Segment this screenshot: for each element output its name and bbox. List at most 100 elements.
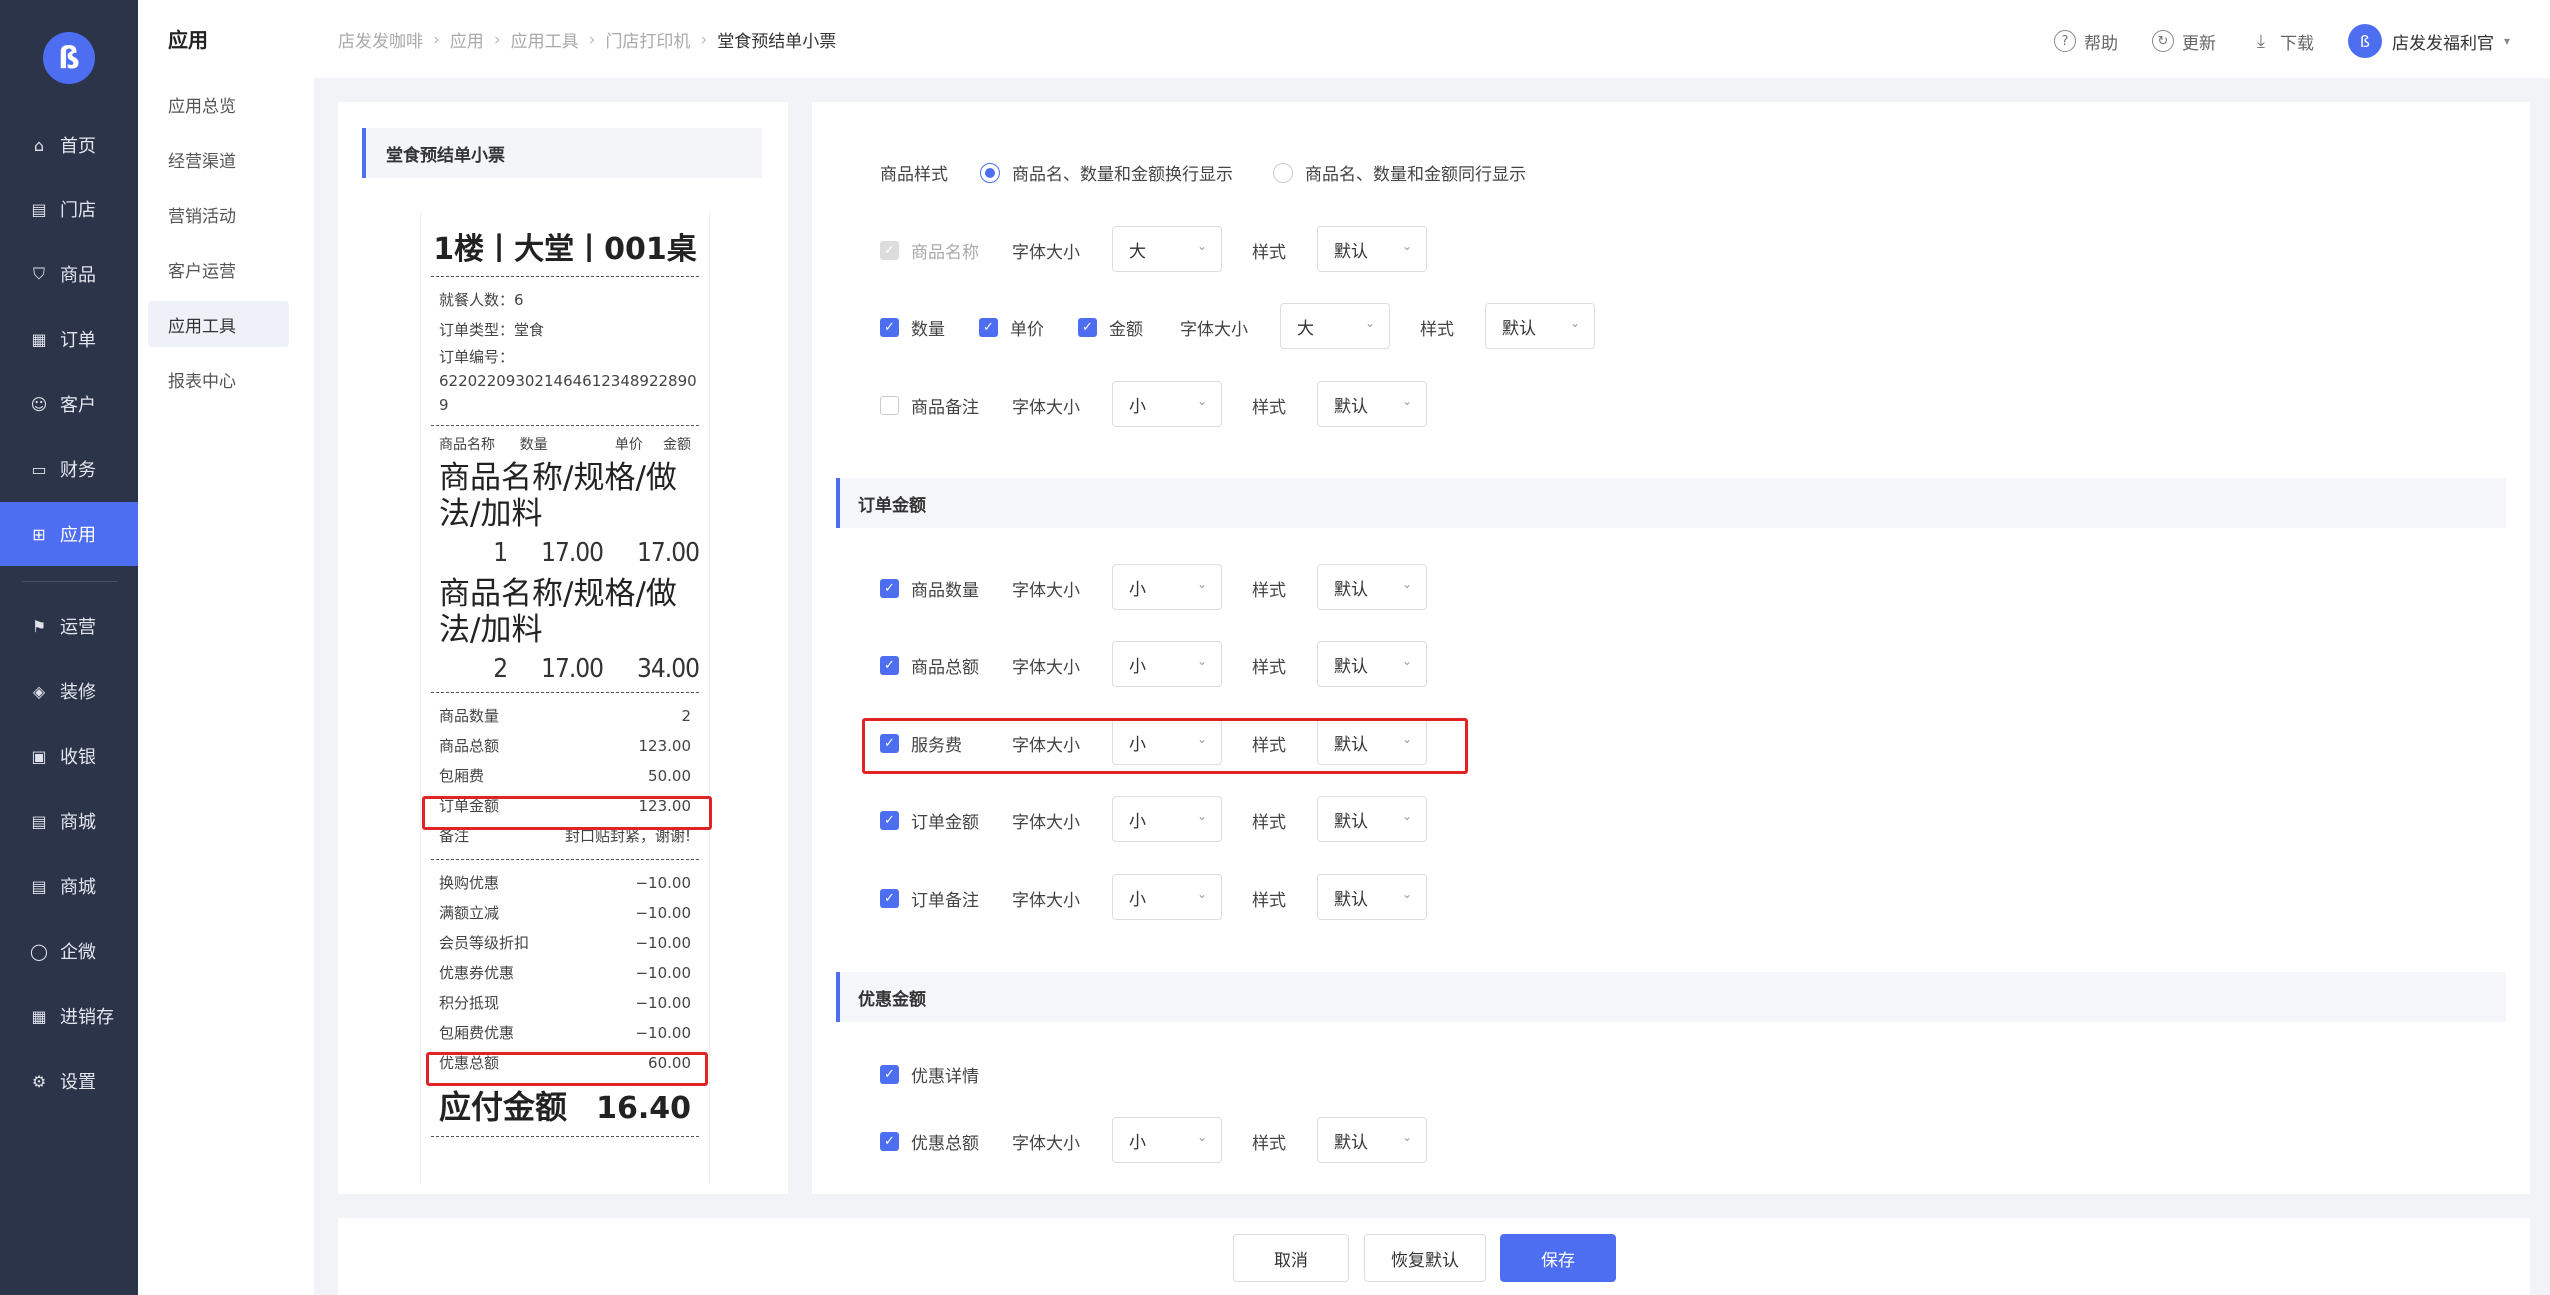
chevron-down-icon: ⌄ xyxy=(1196,654,1207,668)
nav-item-store[interactable]: ▤ 门店 xyxy=(0,177,138,241)
discount-detail-checkbox[interactable]: ✓ xyxy=(880,1065,899,1084)
nav-item-finance[interactable]: ▭ 财务 xyxy=(0,437,138,501)
qty-font-select[interactable]: 大 ⌄ xyxy=(1280,303,1390,349)
receipt-summary-row: 商品总额 123.00 xyxy=(439,737,691,755)
breadcrumb-item[interactable]: 门店打印机 xyxy=(605,27,690,52)
order-remark-font-select[interactable]: 小 ⌄ xyxy=(1112,874,1222,920)
top-bar: 店发发咖啡 › 应用 › 应用工具 › 门店打印机 › 堂食预结单小票 ? 帮助 ↻ 更新 … xyxy=(314,0,2550,78)
qty-checkbox[interactable]: ✓ xyxy=(880,318,899,337)
goods-total-font-select[interactable]: 小 ⌄ xyxy=(1112,641,1222,687)
home-icon: ⌂ xyxy=(33,135,45,155)
chevron-down-icon: ⌄ xyxy=(1401,394,1412,408)
goods-name-font-select[interactable]: 大 ⌄ xyxy=(1112,226,1222,272)
shop-icon: ▤ xyxy=(31,811,47,831)
unit-price-checkbox[interactable]: ✓ xyxy=(979,318,998,337)
subnav-item-overview[interactable]: 应用总览 xyxy=(148,81,289,127)
chevron-down-icon: ⌄ xyxy=(1569,316,1580,330)
subnav-item-customer-ops[interactable]: 客户运营 xyxy=(148,246,289,292)
shop-icon: ▤ xyxy=(31,876,47,896)
nav-item-mall-2[interactable]: ▤ 商城 xyxy=(0,854,138,918)
receipt-discount-row: 积分抵现 −10.00 xyxy=(439,994,691,1012)
highlight-box xyxy=(422,796,712,830)
goods-total-style-select[interactable]: 默认 ⌄ xyxy=(1317,641,1427,687)
goods-count-font-select[interactable]: 小 ⌄ xyxy=(1112,564,1222,610)
nav-item-decoration[interactable]: ◈ 装修 xyxy=(0,659,138,723)
nav-item-settings[interactable]: ⚙ 设置 xyxy=(0,1049,138,1113)
cancel-button[interactable]: 取消 xyxy=(1233,1234,1349,1282)
chevron-down-icon: ⌄ xyxy=(1401,654,1412,668)
restore-default-button[interactable]: 恢复默认 xyxy=(1364,1234,1486,1282)
order-remark-checkbox[interactable]: ✓ xyxy=(880,889,899,908)
receipt-discount-row: 换购优惠 −10.00 xyxy=(439,874,691,892)
wallet-icon: ▭ xyxy=(31,459,47,479)
footer-bar: 取消 恢复默认 保存 xyxy=(338,1218,2530,1295)
breadcrumb: 店发发咖啡 › 应用 › 应用工具 › 门店打印机 › 堂食预结单小票 xyxy=(338,27,836,53)
goods-style-radio-inline[interactable] xyxy=(1273,162,1293,183)
subnav-item-reports[interactable]: 报表中心 xyxy=(148,356,289,402)
chevron-down-icon: ▾ xyxy=(2503,34,2510,48)
cashier-icon: ▣ xyxy=(31,746,47,766)
preview-title: 堂食预结单小票 xyxy=(362,128,762,178)
receipt-summary-row: 商品数量 2 xyxy=(439,707,691,725)
nav-item-mall[interactable]: ▤ 商城 xyxy=(0,789,138,853)
nav-item-home[interactable]: ⌂ 首页 xyxy=(0,113,138,177)
nav-item-apps[interactable]: ⊞ 应用 xyxy=(0,502,138,566)
receipt-item-numbers: 1 17.00 17.00 xyxy=(493,538,700,568)
nav-item-orders[interactable]: ▦ 订单 xyxy=(0,307,138,371)
goods-count-checkbox[interactable]: ✓ xyxy=(880,579,899,598)
subnav-item-tools[interactable]: 应用工具 xyxy=(148,301,289,347)
receipt-item-numbers: 2 17.00 34.00 xyxy=(493,654,700,684)
order-amount-style-select[interactable]: 默认 ⌄ xyxy=(1317,796,1427,842)
nav-item-cashier[interactable]: ▣ 收银 xyxy=(0,724,138,788)
discount-total-checkbox[interactable]: ✓ xyxy=(880,1132,899,1151)
inventory-icon: ▦ xyxy=(31,1006,47,1026)
nav-item-operations[interactable]: ⚑ 运营 xyxy=(0,594,138,658)
goods-remark-style-select[interactable]: 默认 ⌄ xyxy=(1317,381,1427,427)
nav-divider xyxy=(22,581,117,582)
nav-item-inventory[interactable]: ▦ 进销存 xyxy=(0,984,138,1048)
discount-total-style-select[interactable]: 默认 ⌄ xyxy=(1317,1117,1427,1163)
order-row: ✓ 订单备注 xyxy=(880,886,979,911)
order-icon: ▦ xyxy=(31,329,47,349)
order-amount-checkbox[interactable]: ✓ xyxy=(880,811,899,830)
goods-remark-font-select[interactable]: 小 ⌄ xyxy=(1112,381,1222,427)
nav-item-goods[interactable]: ⛉ 商品 xyxy=(0,242,138,306)
section-order-amount: 订单金额 xyxy=(836,478,2506,528)
user-menu[interactable]: ß 店发发福利官 ▾ xyxy=(2347,24,2510,58)
help-button[interactable]: ? 帮助 xyxy=(2053,29,2118,54)
goods-name-style-select[interactable]: 默认 ⌄ xyxy=(1317,226,1427,272)
main-nav: ß ⌂ 首页 ▤ 门店 ⛉ 商品 ▦ 订单 ☺ 客户 ▭ 财务 ⊞ 应用 ⚑ 运营 ◈ 装修 ▣ 收… xyxy=(0,0,138,1295)
order-amount-font-select[interactable]: 小 ⌄ xyxy=(1112,796,1222,842)
goods-total-checkbox[interactable]: ✓ xyxy=(880,656,899,675)
receipt-discount-row: 满额立减 −10.00 xyxy=(439,904,691,922)
subnav-item-marketing[interactable]: 营销活动 xyxy=(148,191,289,237)
chevron-down-icon: ⌄ xyxy=(1196,809,1207,823)
receipt-discount-row: 优惠券优惠 −10.00 xyxy=(439,964,691,982)
receipt-order-no-tail: 9 xyxy=(439,396,449,414)
gift-icon: ⚑ xyxy=(31,616,47,636)
breadcrumb-item[interactable]: 应用 xyxy=(450,27,484,52)
receipt-preview-panel: 堂食预结单小票 1楼丨大堂丨001桌 就餐人数：6 订单类型：堂食 订单编号： … xyxy=(338,102,788,1194)
save-button[interactable]: 保存 xyxy=(1500,1234,1616,1282)
amount-checkbox[interactable]: ✓ xyxy=(1078,318,1097,337)
qty-style-select[interactable]: 默认 ⌄ xyxy=(1485,303,1595,349)
order-remark-style-select[interactable]: 默认 ⌄ xyxy=(1317,874,1427,920)
section-discount-amount: 优惠金额 xyxy=(836,972,2506,1022)
chat-icon: ◯ xyxy=(30,941,48,961)
discount-total-font-select[interactable]: 小 ⌄ xyxy=(1112,1117,1222,1163)
goods-style-radio-wrap[interactable] xyxy=(980,162,1000,183)
grid-icon: ⊞ xyxy=(32,524,46,544)
subnav-item-channels[interactable]: 经营渠道 xyxy=(148,136,289,182)
highlight-box xyxy=(426,1052,708,1086)
breadcrumb-item[interactable]: 店发发咖啡 xyxy=(338,27,423,52)
download-button[interactable]: ⤓ 下载 xyxy=(2250,29,2314,54)
breadcrumb-item[interactable]: 应用工具 xyxy=(511,27,579,52)
update-button[interactable]: ↻ 更新 xyxy=(2151,29,2216,54)
nav-item-customers[interactable]: ☺ 客户 xyxy=(0,372,138,436)
download-icon: ⤓ xyxy=(2256,30,2265,52)
goods-name-checkbox: ✓ xyxy=(880,241,899,260)
goods-remark-checkbox[interactable] xyxy=(880,396,899,415)
app-logo[interactable]: ß xyxy=(43,32,95,84)
nav-item-wecom[interactable]: ◯ 企微 xyxy=(0,919,138,983)
goods-count-style-select[interactable]: 默认 ⌄ xyxy=(1317,564,1427,610)
